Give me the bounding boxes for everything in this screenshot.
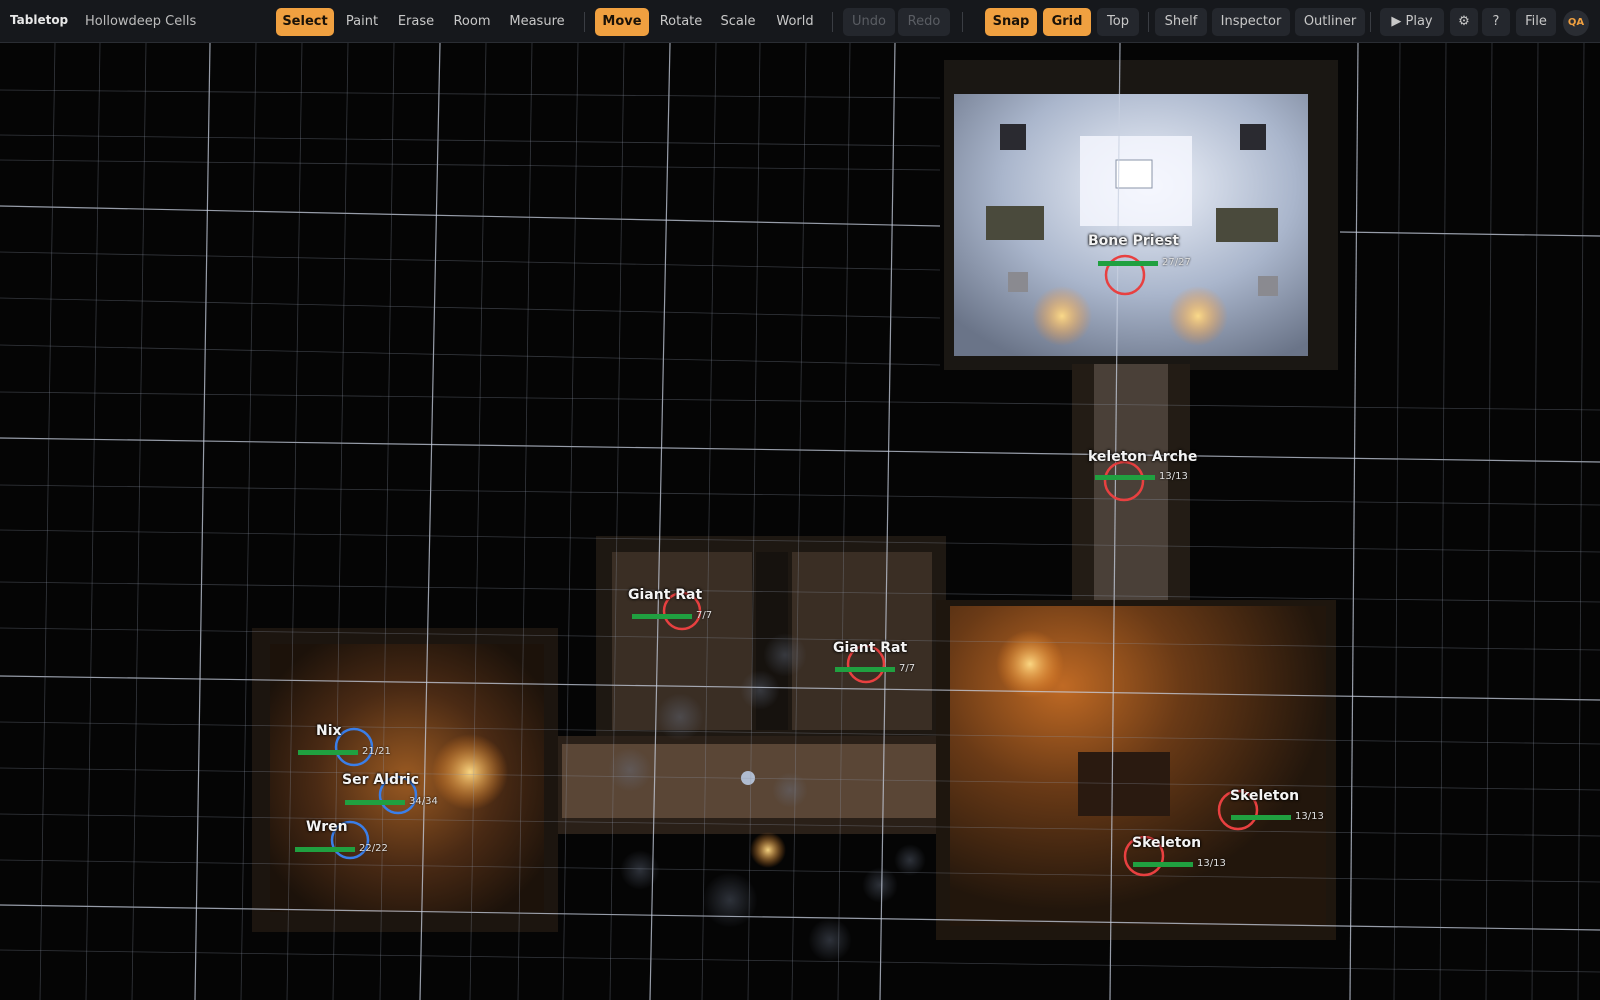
tool-measure-button[interactable]: Measure: [504, 8, 570, 36]
token-hp-bar-wren-6: [295, 847, 355, 852]
token-name-wren-6[interactable]: Wren: [306, 819, 348, 835]
grid-minor: [0, 43, 1600, 1000]
token-hp-bar-giant-rat-3: [835, 667, 895, 672]
file-menu-button[interactable]: File: [1516, 8, 1556, 36]
toolbar-divider: [962, 12, 963, 32]
top-toolbar: Tabletop Hollowdeep Cells Select Paint E…: [0, 0, 1600, 43]
toolbar-divider: [832, 12, 833, 32]
token-hp-fill: [1098, 261, 1158, 266]
token-hp-text-nix-4: 21/21: [362, 746, 391, 757]
corridor-south: [552, 736, 946, 868]
token-hp-bar-nix-4: [298, 750, 358, 755]
token-hp-text-keleton-arche-1: 13/13: [1159, 471, 1188, 482]
transform-move-button[interactable]: Move: [595, 8, 649, 36]
token-hp-fill: [632, 614, 692, 619]
outliner-button[interactable]: Outliner: [1295, 8, 1365, 36]
top-view-button[interactable]: Top: [1097, 8, 1139, 36]
token-hp-fill: [1133, 862, 1193, 867]
toolbar-divider: [584, 12, 585, 32]
token-hp-fill: [1231, 815, 1291, 820]
token-hp-fill: [835, 667, 895, 672]
token-name-skeleton-7[interactable]: Skeleton: [1230, 788, 1299, 804]
room-bone-priest-chamber: [944, 60, 1338, 370]
token-hp-text-bone-priest-0: 27/27: [1162, 257, 1191, 268]
token-hp-fill: [1095, 475, 1155, 480]
grid-toggle[interactable]: Grid: [1043, 8, 1091, 36]
token-name-skeleton-8[interactable]: Skeleton: [1132, 835, 1201, 851]
token-hp-bar-keleton-arche-1: [1095, 475, 1155, 480]
qa-avatar[interactable]: QA: [1563, 10, 1589, 36]
tool-select-button[interactable]: Select: [276, 8, 334, 36]
token-hp-fill: [295, 847, 355, 852]
token-hp-bar-skeleton-8: [1133, 862, 1193, 867]
token-hp-text-skeleton-8: 13/13: [1197, 858, 1226, 869]
map-canvas: [0, 43, 1600, 1000]
corridor-north: [1072, 364, 1190, 600]
token-hp-bar-bone-priest-0: [1098, 261, 1158, 266]
transform-world-button[interactable]: World: [770, 8, 820, 36]
scene-viewport[interactable]: Bone Priest 27/27 keleton Arche 13/13 Giant …: [0, 43, 1600, 1000]
snap-toggle[interactable]: Snap: [985, 8, 1037, 36]
scene-name[interactable]: Hollowdeep Cells: [85, 14, 196, 29]
token-hp-text-skeleton-7: 13/13: [1295, 811, 1324, 822]
transform-rotate-button[interactable]: Rotate: [655, 8, 707, 36]
redo-button[interactable]: Redo: [898, 8, 950, 36]
token-hp-bar-giant-rat-2: [632, 614, 692, 619]
toolbar-divider: [1148, 12, 1149, 32]
token-name-giant-rat-3[interactable]: Giant Rat: [833, 640, 907, 656]
toolbar-divider: [1370, 12, 1371, 32]
play-button[interactable]: ▶ Play: [1380, 8, 1444, 36]
token-name-bone-priest-0[interactable]: Bone Priest: [1088, 233, 1179, 249]
app-title: Tabletop: [10, 13, 69, 27]
token-hp-fill: [345, 800, 405, 805]
token-hp-text-ser-aldric-5: 34/34: [409, 796, 438, 807]
help-button[interactable]: ?: [1482, 8, 1510, 36]
transform-scale-button[interactable]: Scale: [714, 8, 762, 36]
token-hp-text-giant-rat-2: 7/7: [696, 610, 713, 621]
token-name-nix-4[interactable]: Nix: [316, 723, 342, 739]
token-name-keleton-arche-1[interactable]: keleton Arche: [1088, 449, 1197, 465]
tool-paint-button[interactable]: Paint: [340, 8, 384, 36]
shelf-button[interactable]: Shelf: [1155, 8, 1207, 36]
token-name-ser-aldric-5[interactable]: Ser Aldric: [342, 772, 419, 788]
settings-icon[interactable]: ⚙: [1450, 8, 1478, 36]
tool-erase-button[interactable]: Erase: [392, 8, 440, 36]
token-hp-bar-ser-aldric-5: [345, 800, 405, 805]
token-name-giant-rat-2[interactable]: Giant Rat: [628, 587, 702, 603]
grid-overlay: [0, 43, 1600, 1000]
inspector-button[interactable]: Inspector: [1212, 8, 1290, 36]
token-hp-text-giant-rat-3: 7/7: [899, 663, 916, 674]
tool-room-button[interactable]: Room: [448, 8, 496, 36]
token-hp-text-wren-6: 22/22: [359, 843, 388, 854]
token-hp-bar-skeleton-7: [1231, 815, 1291, 820]
undo-button[interactable]: Undo: [843, 8, 895, 36]
room-skeleton-hall: [936, 600, 1336, 940]
token-hp-fill: [298, 750, 358, 755]
